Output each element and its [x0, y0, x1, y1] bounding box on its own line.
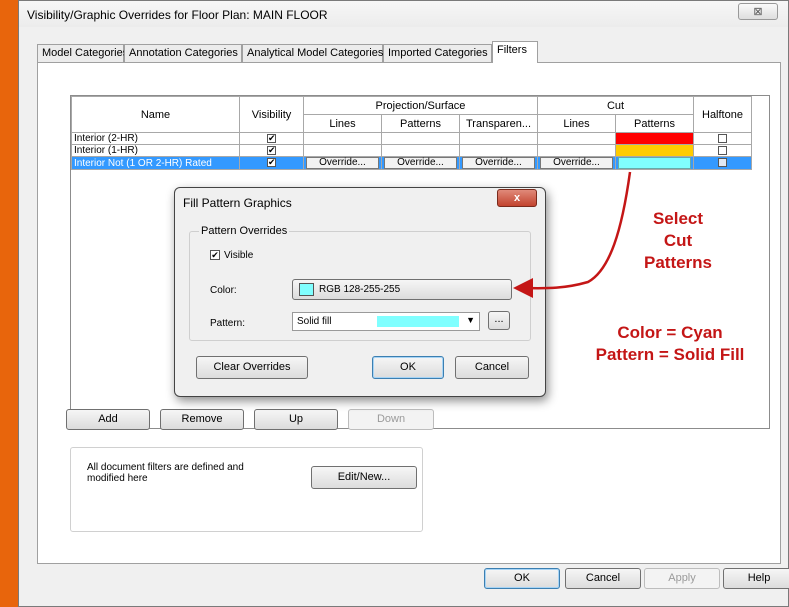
color-button[interactable]: RGB 128-255-255 — [292, 279, 512, 300]
cut-patterns-swatch[interactable] — [615, 144, 694, 157]
filters-grid: Name Visibility Projection/Surface Cut H… — [71, 96, 752, 170]
halftone-checkbox[interactable] — [718, 145, 727, 155]
tab-model-categories[interactable]: Model Categories — [37, 44, 128, 62]
group-label: Pattern Overrides — [199, 225, 290, 237]
projection-lines-override-button[interactable]: Override... — [306, 157, 379, 169]
annotation-color-note: Color = Cyan — [617, 323, 723, 342]
transparency-cell[interactable] — [459, 132, 538, 145]
dialog-ok-button[interactable]: OK — [372, 356, 444, 379]
tab-annotation-categories[interactable]: Annotation Categories — [124, 44, 242, 62]
projection-lines-cell[interactable] — [303, 144, 382, 157]
visibility-checkbox[interactable]: ✔ — [267, 146, 276, 155]
apply-button[interactable]: Apply — [644, 568, 720, 589]
chevron-down-icon[interactable]: ▼ — [466, 315, 475, 325]
halftone-checkbox[interactable] — [718, 133, 727, 143]
dialog-cancel-button[interactable]: Cancel — [455, 356, 529, 379]
projection-patterns-cell[interactable] — [381, 132, 460, 145]
tab-filters[interactable]: Filters — [492, 41, 538, 63]
visible-label: Visible — [224, 250, 254, 261]
filter-name[interactable]: Interior (1-HR) — [71, 144, 240, 157]
table-row[interactable]: Interior (1-HR) ✔ — [71, 144, 752, 157]
help-button[interactable]: Help — [723, 568, 789, 589]
tab-imported-categories[interactable]: Imported Categories — [383, 44, 492, 62]
column-header-name[interactable]: Name — [71, 96, 240, 133]
close-button[interactable]: ⊠ — [738, 3, 778, 20]
column-header-projection-surface: Projection/Surface — [303, 96, 538, 115]
color-label: Color: — [210, 285, 237, 296]
window-title: Visibility/Graphic Overrides for Floor P… — [27, 8, 328, 22]
transparency-override-button[interactable]: Override... — [462, 157, 535, 169]
pattern-preview-swatch — [377, 316, 459, 327]
transparency-cell[interactable] — [459, 144, 538, 157]
down-button[interactable]: Down — [348, 409, 434, 430]
dialog-title: Fill Pattern Graphics — [183, 196, 292, 210]
column-header-cut-lines[interactable]: Lines — [537, 114, 616, 133]
cut-lines-override-button[interactable]: Override... — [540, 157, 613, 169]
column-header-projection-patterns[interactable]: Patterns — [381, 114, 460, 133]
column-header-transparency[interactable]: Transparen... — [459, 114, 538, 133]
color-value: RGB 128-255-255 — [319, 284, 401, 295]
table-row-selected[interactable]: Interior Not (1 OR 2-HR) Rated ✔ Overrid… — [71, 156, 752, 170]
table-row[interactable]: Interior (2-HR) ✔ — [71, 132, 752, 145]
cut-lines-cell[interactable] — [537, 144, 616, 157]
projection-lines-cell[interactable] — [303, 132, 382, 145]
browse-pattern-button[interactable]: ... — [488, 311, 510, 330]
visibility-checkbox[interactable]: ✔ — [267, 134, 276, 143]
visibility-checkbox[interactable]: ✔ — [267, 158, 276, 168]
up-button[interactable]: Up — [254, 409, 338, 430]
annotation-select-cut-patterns: Select Cut Patterns — [628, 208, 728, 274]
projection-patterns-cell[interactable] — [381, 144, 460, 157]
add-button[interactable]: Add — [66, 409, 150, 430]
color-swatch — [299, 283, 314, 296]
info-text: All document filters are defined and mod… — [87, 462, 244, 484]
ok-button[interactable]: OK — [484, 568, 560, 589]
title-bar: Visibility/Graphic Overrides for Floor P… — [19, 1, 788, 27]
remove-button[interactable]: Remove — [160, 409, 244, 430]
halftone-checkbox[interactable] — [718, 158, 727, 168]
cut-patterns-swatch[interactable] — [615, 132, 694, 145]
annotation-line-3: Patterns — [643, 253, 713, 272]
annotation-pattern-note: Pattern = Solid Fill — [595, 345, 745, 364]
filter-name[interactable]: Interior (2-HR) — [71, 132, 240, 145]
column-header-visibility[interactable]: Visibility — [239, 96, 304, 133]
visible-checkbox[interactable]: ✔ — [210, 250, 220, 260]
tab-analytical-model-categories[interactable]: Analytical Model Categories — [242, 44, 383, 62]
fill-pattern-graphics-dialog: Fill Pattern Graphics x Pattern Override… — [174, 187, 546, 397]
pattern-value: Solid fill — [297, 316, 332, 327]
info-panel: All document filters are defined and mod… — [70, 447, 423, 532]
edit-new-button[interactable]: Edit/New... — [311, 466, 417, 489]
column-header-cut-patterns[interactable]: Patterns — [615, 114, 694, 133]
cancel-button[interactable]: Cancel — [565, 568, 641, 589]
projection-patterns-override-button[interactable]: Override... — [384, 157, 457, 169]
column-header-cut: Cut — [537, 96, 694, 115]
column-header-projection-lines[interactable]: Lines — [303, 114, 382, 133]
cut-patterns-swatch[interactable] — [615, 156, 694, 170]
dialog-close-button[interactable]: x — [497, 189, 537, 207]
filter-name[interactable]: Interior Not (1 OR 2-HR) Rated — [71, 156, 240, 170]
cut-lines-cell[interactable] — [537, 132, 616, 145]
annotation-color-pattern: Color = Cyan Pattern = Solid Fill — [560, 322, 780, 366]
annotation-line-1: Select — [652, 209, 704, 228]
column-header-halftone[interactable]: Halftone — [693, 96, 752, 133]
clear-overrides-button[interactable]: Clear Overrides — [196, 356, 308, 379]
annotation-line-2: Cut — [663, 231, 693, 250]
pattern-select[interactable]: Solid fill ▼ — [292, 312, 480, 331]
pattern-label: Pattern: — [210, 318, 246, 329]
